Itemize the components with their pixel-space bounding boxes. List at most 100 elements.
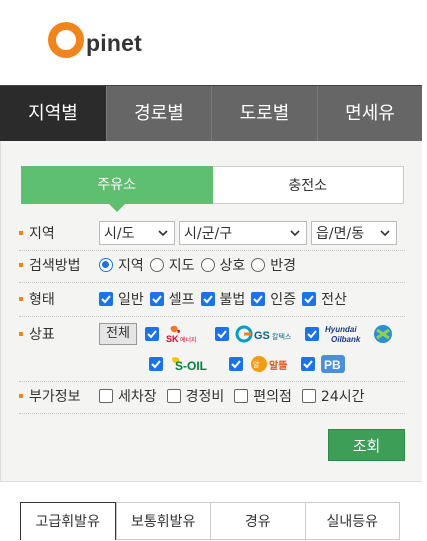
search-method-label: 검색방법: [19, 255, 99, 275]
type-row: 형태 일반 셀프 불법 인증 전산: [19, 288, 405, 310]
svg-text:Oilbank: Oilbank: [331, 335, 361, 344]
brand-soil-checkbox[interactable]: S-OIL: [149, 354, 223, 374]
svg-text:PB: PB: [324, 358, 341, 372]
chevron-down-icon: [380, 230, 390, 237]
radio-icon[interactable]: [149, 258, 164, 272]
type-general-checkbox[interactable]: 일반: [99, 289, 144, 309]
type-label: 형태: [19, 289, 99, 309]
tab-premium-gasoline[interactable]: 고급휘발유: [20, 502, 116, 540]
method-region-radio[interactable]: 지역: [99, 255, 144, 275]
brand-label: 상표: [19, 324, 99, 344]
extra-24h-checkbox[interactable]: 24시간: [301, 386, 365, 406]
divider: [19, 316, 405, 317]
checkbox-checked-icon[interactable]: [251, 292, 266, 306]
tab-regular-gasoline[interactable]: 보통휘발유: [115, 503, 211, 539]
radio-icon[interactable]: [99, 258, 113, 272]
region-label: 지역: [19, 223, 99, 243]
altteul-logo: 알 알뜰: [249, 354, 295, 374]
tab-tax-free[interactable]: 면세유: [318, 86, 422, 142]
svg-text:GS: GS: [254, 330, 270, 342]
type-illegal-checkbox[interactable]: 불법: [200, 289, 245, 309]
search-method-row: 검색방법 지역 지도 상호 반경: [19, 254, 405, 276]
city-select[interactable]: 시/군/구: [179, 221, 307, 245]
logo-text: pinet: [86, 30, 142, 56]
brand-hyundai-checkbox[interactable]: Hyundai Oilbank: [304, 324, 395, 344]
search-button[interactable]: 조회: [328, 429, 405, 461]
divider: [19, 413, 405, 414]
chevron-down-icon: [158, 230, 168, 237]
bullet-icon: [19, 297, 23, 301]
opinet-logo[interactable]: pinet: [48, 18, 142, 58]
tab-region[interactable]: 지역별: [0, 86, 107, 142]
extra-info-label: 부가정보: [19, 386, 99, 406]
checkbox-checked-icon[interactable]: [149, 357, 163, 371]
brand-row: 상표 전체 SK 에너지 GS 칼텍스 Hyundai Oilbank: [19, 322, 405, 346]
fuel-type-tabs: 고급휘발유 보통휘발유 경유 실내등유: [20, 502, 400, 540]
search-panel: 주유소 충전소 지역 시/도 시/군/구 읍/면/동 검색방법 지역 지도 상호…: [0, 141, 422, 481]
brand-altteul-checkbox[interactable]: 알 알뜰: [229, 354, 295, 374]
checkbox-checked-icon[interactable]: [149, 292, 164, 306]
tab-diesel[interactable]: 경유: [210, 503, 305, 539]
bullet-icon: [19, 332, 23, 336]
brand-pb-checkbox[interactable]: PB: [301, 354, 345, 374]
type-certified-checkbox[interactable]: 인증: [251, 289, 296, 309]
tab-kerosene[interactable]: 실내등유: [304, 503, 400, 539]
gs-caltex-logo: GS 칼텍스: [235, 324, 299, 344]
station-type-tabs: 주유소 충전소: [21, 166, 404, 212]
hyundai-oilbank-logo: Hyundai Oilbank: [325, 324, 395, 344]
brand-row-2: S-OIL 알 알뜰 PB: [19, 352, 405, 376]
checkbox-checked-icon[interactable]: [214, 327, 229, 341]
tab-charging-station[interactable]: 충전소: [212, 166, 404, 204]
extra-info-row: 부가정보 세차장 경정비 편의점 24시간: [19, 385, 405, 407]
chevron-down-icon: [290, 230, 300, 237]
extra-carwash-checkbox[interactable]: 세차장: [99, 386, 157, 406]
s-oil-logo: S-OIL: [169, 354, 223, 374]
brand-all-button[interactable]: 전체: [99, 323, 137, 345]
method-map-radio[interactable]: 지도: [149, 255, 195, 275]
checkbox-checked-icon[interactable]: [229, 357, 243, 371]
checkbox-checked-icon[interactable]: [144, 327, 159, 341]
divider: [19, 250, 405, 251]
bullet-icon: [19, 263, 23, 267]
tab-road[interactable]: 도로별: [212, 86, 318, 142]
svg-text:S-OIL: S-OIL: [175, 359, 207, 373]
bullet-icon: [19, 394, 23, 398]
checkbox-empty-icon[interactable]: [99, 389, 113, 403]
divider: [19, 381, 405, 382]
type-computerized-checkbox[interactable]: 전산: [302, 289, 347, 309]
tab-gas-station[interactable]: 주유소: [21, 166, 213, 212]
panel-bottom-border: [0, 481, 422, 482]
right-edge: [422, 85, 427, 541]
brand-sk-checkbox[interactable]: SK 에너지: [144, 324, 209, 344]
svg-text:칼텍스: 칼텍스: [272, 332, 292, 341]
divider: [19, 282, 405, 283]
svg-text:알: 알: [253, 360, 260, 369]
type-self-checkbox[interactable]: 셀프: [149, 289, 195, 309]
bullet-icon: [19, 231, 23, 235]
checkbox-checked-icon[interactable]: [302, 292, 317, 306]
main-tabs: 지역별 경로별 도로별 면세유: [0, 85, 422, 142]
checkbox-empty-icon[interactable]: [234, 389, 249, 403]
town-select[interactable]: 읍/면/동: [311, 221, 397, 245]
checkbox-checked-icon[interactable]: [99, 292, 113, 306]
checkbox-checked-icon[interactable]: [301, 357, 315, 371]
sk-energy-logo: SK 에너지: [165, 324, 209, 344]
pb-logo: PB: [321, 354, 345, 374]
checkbox-checked-icon[interactable]: [200, 292, 215, 306]
radio-icon[interactable]: [251, 258, 266, 272]
brand-gs-checkbox[interactable]: GS 칼텍스: [214, 324, 299, 344]
tab-route[interactable]: 경로별: [107, 86, 212, 142]
svg-text:알뜰: 알뜰: [269, 359, 287, 372]
region-row: 지역 시/도 시/군/구 읍/면/동: [19, 220, 405, 246]
checkbox-empty-icon[interactable]: [166, 389, 181, 403]
checkbox-empty-icon[interactable]: [301, 389, 316, 403]
province-select[interactable]: 시/도: [99, 221, 175, 245]
svg-text:Hyundai: Hyundai: [325, 325, 357, 334]
extra-store-checkbox[interactable]: 편의점: [234, 386, 292, 406]
method-radius-radio[interactable]: 반경: [251, 255, 296, 275]
radio-icon[interactable]: [200, 258, 215, 272]
checkbox-checked-icon[interactable]: [304, 327, 319, 341]
method-name-radio[interactable]: 상호: [200, 255, 245, 275]
svg-text:SK: SK: [166, 334, 179, 344]
extra-maintenance-checkbox[interactable]: 경정비: [166, 386, 224, 406]
